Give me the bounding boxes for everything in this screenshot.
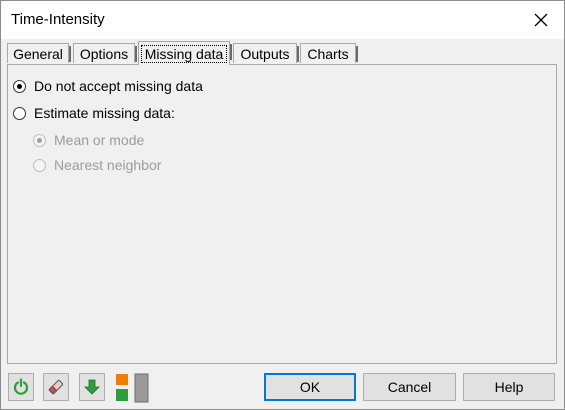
estimate-option[interactable]: Estimate missing data: xyxy=(13,104,175,122)
nearest-neighbor-option: Nearest neighbor xyxy=(33,156,161,174)
tab-options[interactable]: Options xyxy=(73,43,137,63)
nearest-neighbor-label: Nearest neighbor xyxy=(54,157,162,173)
help-button-label: Help xyxy=(494,379,524,395)
tab-outputs-label: Outputs xyxy=(240,45,290,62)
load-button[interactable] xyxy=(79,373,105,401)
tab-separator xyxy=(356,46,358,62)
close-icon xyxy=(534,13,548,27)
do-not-accept-label: Do not accept missing data xyxy=(34,78,203,94)
reset-button[interactable] xyxy=(8,373,34,401)
tab-general-label: General xyxy=(13,45,63,62)
bottom-bar: OK Cancel Help xyxy=(1,367,564,409)
tab-options-label: Options xyxy=(79,45,129,62)
estimate-label: Estimate missing data: xyxy=(34,105,175,121)
missing-data-panel: Do not accept missing data Estimate miss… xyxy=(7,64,557,364)
clear-button[interactable] xyxy=(43,373,69,401)
tab-separator xyxy=(69,46,71,62)
layout-toggle-icon xyxy=(116,373,149,403)
ok-button-label: OK xyxy=(299,379,321,395)
layout-toggle[interactable] xyxy=(115,373,151,403)
tab-separator xyxy=(230,44,232,60)
eraser-icon xyxy=(48,379,64,395)
tab-outputs[interactable]: Outputs xyxy=(233,43,299,63)
refresh-icon xyxy=(13,378,29,395)
window-title: Time-Intensity xyxy=(11,11,105,28)
nearest-neighbor-radio xyxy=(33,158,46,172)
tab-separator xyxy=(297,46,299,62)
title-bar: Time-Intensity xyxy=(1,1,564,39)
do-not-accept-option[interactable]: Do not accept missing data xyxy=(13,77,203,95)
cancel-button[interactable]: Cancel xyxy=(363,373,456,401)
estimate-radio[interactable] xyxy=(13,106,26,120)
tab-separator xyxy=(135,46,137,62)
tab-charts[interactable]: Charts xyxy=(300,43,358,63)
down-arrow-icon xyxy=(84,379,100,395)
mean-or-mode-option: Mean or mode xyxy=(33,131,144,149)
do-not-accept-radio[interactable] xyxy=(13,79,26,93)
ok-button[interactable]: OK xyxy=(264,373,356,401)
help-button[interactable]: Help xyxy=(463,373,555,401)
mean-or-mode-label: Mean or mode xyxy=(54,132,145,148)
tab-missing-data-label: Missing data xyxy=(140,44,228,63)
tab-charts-label: Charts xyxy=(307,45,349,62)
tab-missing-data[interactable]: Missing data xyxy=(138,41,232,65)
mean-or-mode-radio xyxy=(33,133,46,147)
cancel-button-label: Cancel xyxy=(387,379,432,395)
tab-general[interactable]: General xyxy=(7,43,71,63)
dialog-window: Time-Intensity General Options Missing d… xyxy=(0,0,565,410)
close-button[interactable] xyxy=(518,1,564,39)
